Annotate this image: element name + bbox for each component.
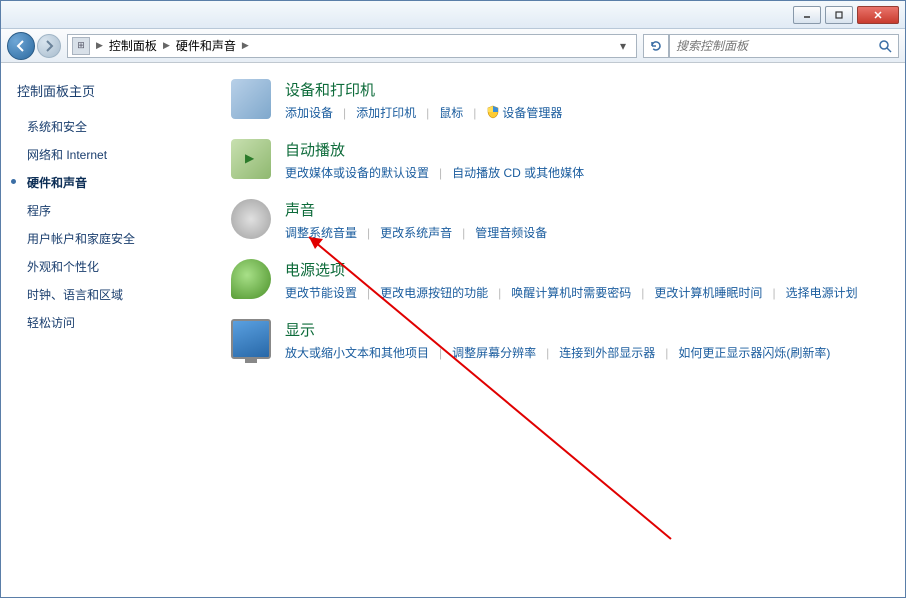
link-separator: | [367,286,370,300]
link-separator: | [473,106,476,120]
sidebar-title[interactable]: 控制面板主页 [17,81,195,100]
category-link[interactable]: 调整屏幕分辨率 [452,344,536,361]
link-separator: | [439,166,442,180]
refresh-button[interactable] [643,34,669,58]
category-link[interactable]: 更改计算机睡眠时间 [654,284,762,301]
category-link-label: 管理音频设备 [475,226,547,240]
crumb-current[interactable]: 硬件和声音 [172,37,240,54]
chevron-right-icon: ▶ [94,40,105,51]
category-display: 显示放大或缩小文本和其他项目 | 调整屏幕分辨率 | 连接到外部显示器 | 如何更正显示器闪… [231,319,885,361]
autoplay-icon [231,139,271,179]
category-title-power[interactable]: 电源选项 [285,259,885,280]
category-link[interactable]: 更改节能设置 [285,284,357,301]
category-title-devices[interactable]: 设备和打印机 [285,79,885,100]
sidebar-item-1[interactable]: 网络和 Internet [17,142,195,167]
link-separator: | [439,346,442,360]
link-separator: | [498,286,501,300]
category-title-display[interactable]: 显示 [285,319,885,340]
minimize-button[interactable] [793,6,821,24]
sidebar-item-5[interactable]: 外观和个性化 [17,254,195,279]
link-separator: | [462,226,465,240]
sidebar-item-0[interactable]: 系统和安全 [17,114,195,139]
category-link-label: 更改节能设置 [285,286,357,300]
category-link-label: 添加设备 [285,106,333,120]
crumb-dropdown[interactable]: ▾ [614,39,632,53]
breadcrumb[interactable]: ⊞ ▶ 控制面板 ▶ 硬件和声音 ▶ ▾ [67,34,637,58]
link-separator: | [426,106,429,120]
sound-icon [231,199,271,239]
chevron-right-icon: ▶ [161,40,172,51]
category-link[interactable]: 唤醒计算机时需要密码 [511,284,631,301]
category-link-label: 如何更正显示器闪烁(刷新率) [678,346,830,360]
category-link-label: 设备管理器 [502,106,562,120]
link-separator: | [665,346,668,360]
sidebar-item-7[interactable]: 轻松访问 [17,310,195,335]
sidebar: 控制面板主页 系统和安全网络和 Internet 硬件和声音程序用户帐户和家庭安全… [1,63,211,597]
link-separator: | [772,286,775,300]
sidebar-item-4[interactable]: 用户帐户和家庭安全 [17,226,195,251]
category-link[interactable]: 更改系统声音 [380,224,452,241]
chevron-right-icon: ▶ [240,40,251,51]
category-link[interactable]: 更改电源按钮的功能 [380,284,488,301]
search-input[interactable] [676,39,878,53]
category-autoplay: 自动播放更改媒体或设备的默认设置 | 自动播放 CD 或其他媒体 [231,139,885,181]
category-link-label: 添加打印机 [356,106,416,120]
sidebar-item-2[interactable]: 硬件和声音 [17,170,195,195]
link-separator: | [343,106,346,120]
devices-icon [231,79,271,119]
category-link-label: 选择电源计划 [786,286,858,300]
category-link[interactable]: 设备管理器 [486,104,562,121]
category-link-label: 连接到外部显示器 [559,346,655,360]
category-link[interactable]: 放大或缩小文本和其他项目 [285,344,429,361]
search-box[interactable] [669,34,899,58]
category-title-sound[interactable]: 声音 [285,199,885,220]
link-separator: | [367,226,370,240]
category-title-autoplay[interactable]: 自动播放 [285,139,885,160]
titlebar [1,1,905,29]
category-power: 电源选项更改节能设置 | 更改电源按钮的功能 | 唤醒计算机时需要密码 | 更改计算机睡眠时… [231,259,885,301]
category-link-label: 更改计算机睡眠时间 [654,286,762,300]
category-link[interactable]: 鼠标 [439,104,463,121]
category-link-label: 调整系统音量 [285,226,357,240]
category-sound: 声音调整系统音量 | 更改系统声音 | 管理音频设备 [231,199,885,241]
category-link-label: 更改媒体或设备的默认设置 [285,166,429,180]
crumb-root[interactable]: 控制面板 [105,37,161,54]
back-button[interactable] [7,32,35,60]
maximize-button[interactable] [825,6,853,24]
display-icon [231,319,271,359]
category-link[interactable]: 更改媒体或设备的默认设置 [285,164,429,181]
category-link[interactable]: 添加打印机 [356,104,416,121]
search-icon [878,39,892,53]
power-icon [231,259,271,299]
category-link-label: 更改电源按钮的功能 [380,286,488,300]
forward-button[interactable] [37,34,61,58]
category-link[interactable]: 添加设备 [285,104,333,121]
link-separator: | [641,286,644,300]
category-devices: 设备和打印机添加设备 | 添加打印机 | 鼠标 | 设备管理器 [231,79,885,121]
content-area: 控制面板主页 系统和安全网络和 Internet 硬件和声音程序用户帐户和家庭安全… [1,63,905,597]
shield-icon [486,105,500,119]
category-link-label: 调整屏幕分辨率 [452,346,536,360]
control-panel-window: ⊞ ▶ 控制面板 ▶ 硬件和声音 ▶ ▾ 控制面板主页 系统和安全网络和 Int… [0,0,906,598]
category-link-label: 唤醒计算机时需要密码 [511,286,631,300]
sidebar-item-6[interactable]: 时钟、语言和区域 [17,282,195,307]
category-link-label: 自动播放 CD 或其他媒体 [452,166,584,180]
navbar: ⊞ ▶ 控制面板 ▶ 硬件和声音 ▶ ▾ [1,29,905,63]
main-panel: 设备和打印机添加设备 | 添加打印机 | 鼠标 | 设备管理器自动播放更改媒体或设备的默认设… [211,63,905,597]
category-link[interactable]: 如何更正显示器闪烁(刷新率) [678,344,830,361]
control-panel-icon: ⊞ [72,37,90,55]
category-link[interactable]: 管理音频设备 [475,224,547,241]
link-separator: | [546,346,549,360]
category-link-label: 更改系统声音 [380,226,452,240]
category-link-label: 放大或缩小文本和其他项目 [285,346,429,360]
sidebar-item-3[interactable]: 程序 [17,198,195,223]
category-link[interactable]: 选择电源计划 [786,284,858,301]
category-link-label: 鼠标 [439,106,463,120]
category-link[interactable]: 连接到外部显示器 [559,344,655,361]
category-link[interactable]: 调整系统音量 [285,224,357,241]
close-button[interactable] [857,6,899,24]
category-link[interactable]: 自动播放 CD 或其他媒体 [452,164,584,181]
